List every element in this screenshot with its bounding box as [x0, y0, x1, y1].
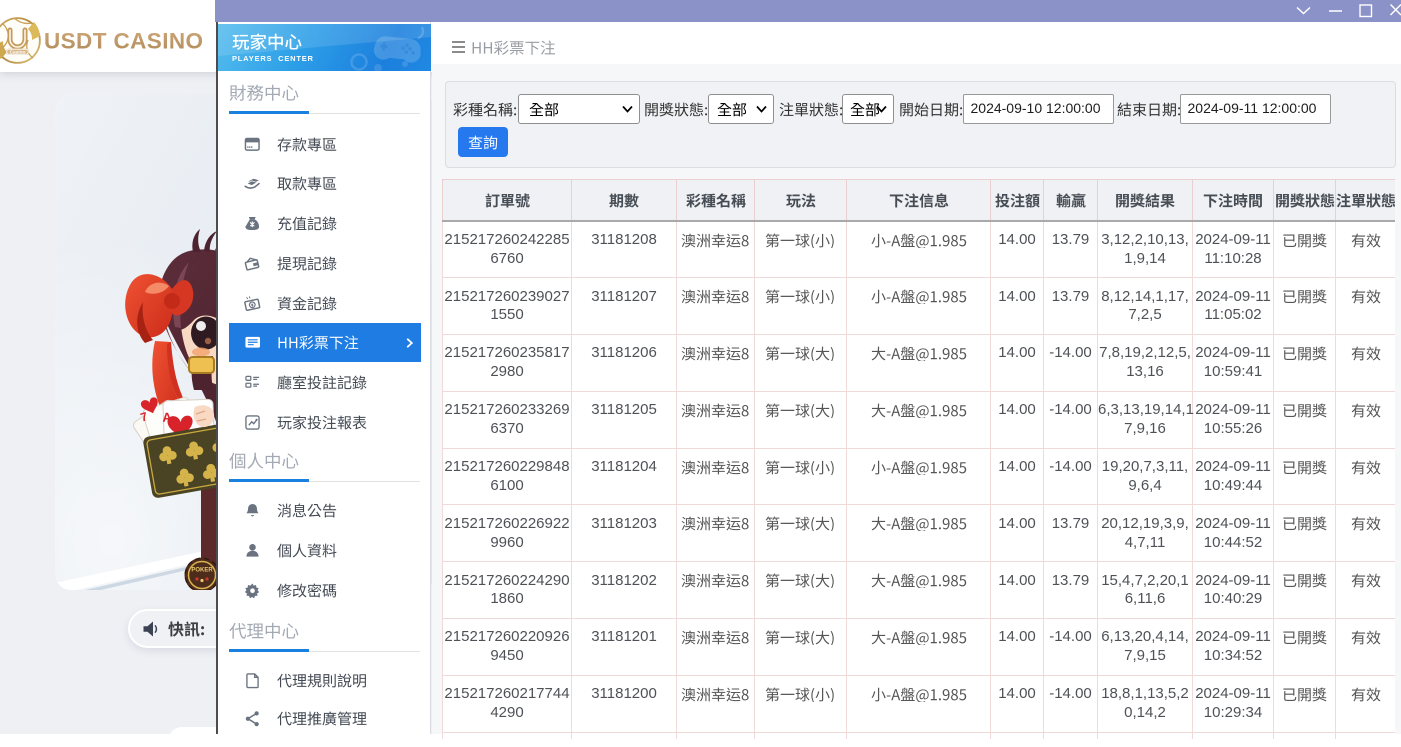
svg-text:POKER: POKER [191, 568, 213, 574]
svg-text:USDT CASINO: USDT CASINO [44, 29, 203, 54]
svg-text:Casino: Casino [10, 50, 26, 56]
